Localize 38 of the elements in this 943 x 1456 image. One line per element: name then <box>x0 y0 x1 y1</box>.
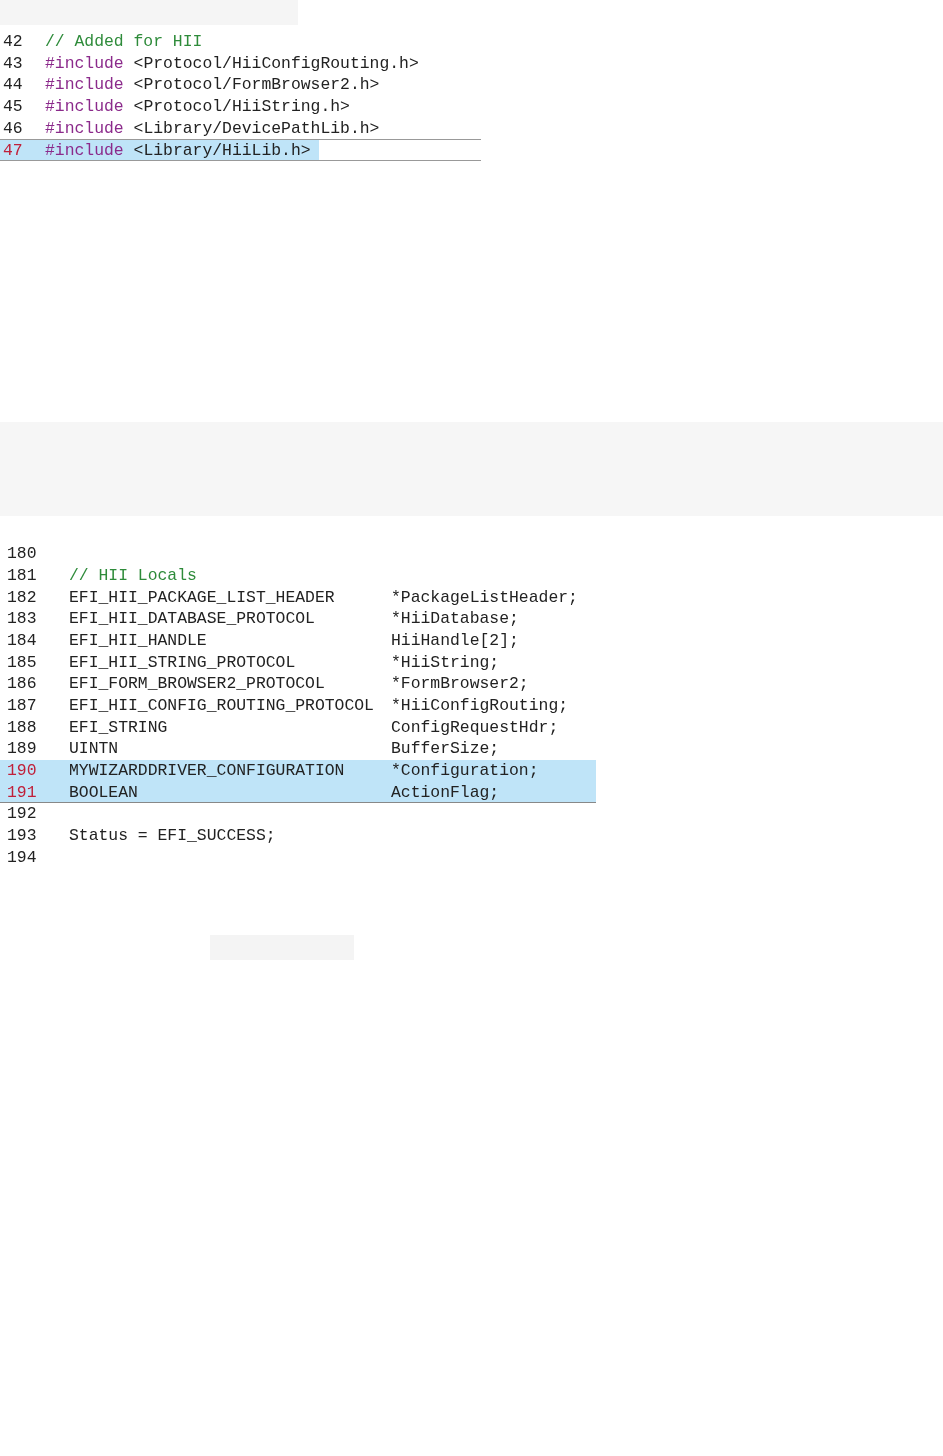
code-line: UINTN BufferSize; <box>69 738 500 760</box>
code-line: MYWIZARDDRIVER_CONFIGURATION *Configuration; <box>69 760 539 782</box>
code-line: // HII Locals <box>69 564 197 587</box>
line-number: 44 <box>2 74 24 97</box>
code-line: EFI_STRING ConfigRequestHdr; <box>69 716 559 739</box>
line-number: 185 <box>6 651 38 674</box>
code-line: #include <Protocol/HiiString.h> <box>45 96 350 118</box>
line-number: 193 <box>6 825 38 847</box>
line-number: 194 <box>6 846 38 869</box>
code-line: EFI_HII_HANDLE HiiHandle[2]; <box>69 629 519 652</box>
code-line: #include <Protocol/HiiConfigRouting.h> <box>45 52 419 75</box>
line-number: 45 <box>2 96 24 118</box>
code-line: EFI_HII_PACKAGE_LIST_HEADER *PackageListHeader; <box>69 586 578 609</box>
line-number: 187 <box>6 694 38 717</box>
code-line: BOOLEAN ActionFlag; <box>69 781 500 803</box>
line-number: 46 <box>2 117 24 140</box>
line-number: 47 <box>0 140 45 161</box>
line-number: 191 <box>6 781 38 803</box>
line-number: 180 <box>6 543 38 565</box>
line-number: 43 <box>2 52 24 75</box>
line-number: 188 <box>6 716 38 739</box>
line-number: 184 <box>6 629 38 652</box>
line-number: 189 <box>6 738 38 760</box>
line-number: 181 <box>6 564 38 587</box>
line-number: 192 <box>6 803 38 826</box>
line-number: 190 <box>6 760 38 782</box>
code-line: Status = EFI_SUCCESS; <box>69 825 276 847</box>
line-number: 182 <box>6 586 38 609</box>
line-number: 183 <box>6 608 38 630</box>
line-number: 42 <box>2 31 24 53</box>
line-number: 186 <box>6 673 38 695</box>
code-line: EFI_HII_DATABASE_PROTOCOL *HiiDatabase; <box>69 608 519 630</box>
code-line: EFI_FORM_BROWSER2_PROTOCOL *FormBrowser2; <box>69 673 529 695</box>
code-line: EFI_HII_CONFIG_ROUTING_PROTOCOL *HiiConfigRouting; <box>69 694 569 717</box>
code-line: #include <Library/DevicePathLib.h> <box>45 117 380 140</box>
code-line: EFI_HII_STRING_PROTOCOL *HiiString; <box>69 651 500 674</box>
code-line: #include <Protocol/FormBrowser2.h> <box>45 74 380 97</box>
code-line: // Added for HII <box>45 31 203 53</box>
